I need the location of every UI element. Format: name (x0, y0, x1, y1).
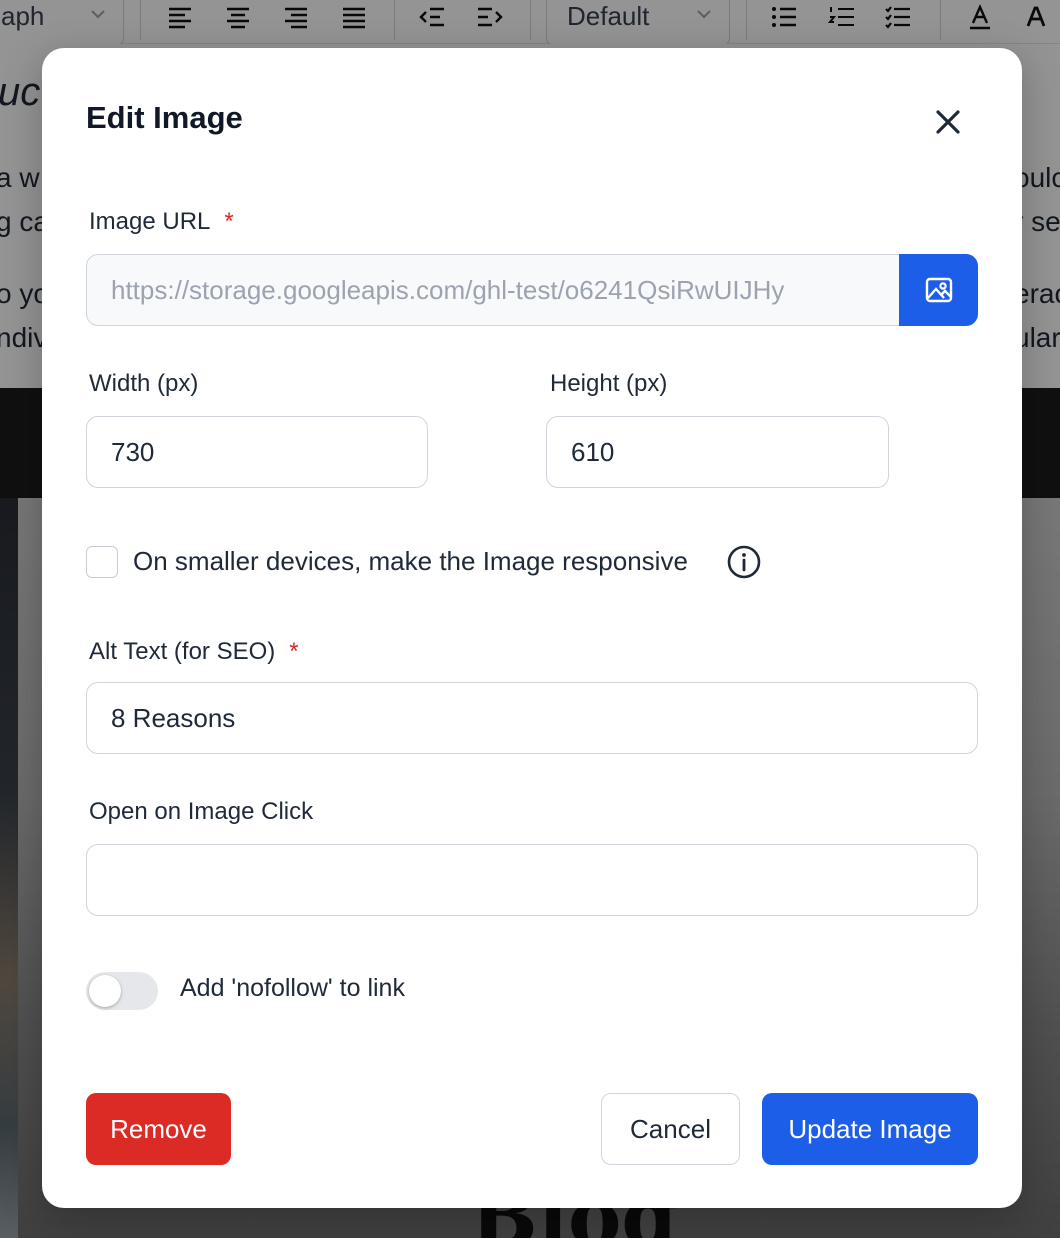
alt-text-input[interactable]: 8 Reasons (86, 682, 978, 754)
height-label: Height (px) (550, 370, 668, 397)
nofollow-toggle-label: Add 'nofollow' to link (180, 974, 405, 1002)
media-library-button[interactable] (899, 254, 978, 326)
update-image-button[interactable]: Update Image (762, 1093, 978, 1165)
cancel-button[interactable]: Cancel (601, 1093, 740, 1165)
required-mark: * (289, 638, 299, 665)
open-on-click-label: Open on Image Click (89, 798, 314, 825)
modal-title: Edit Image (86, 100, 243, 135)
required-mark: * (224, 208, 234, 235)
width-input[interactable]: 730 (86, 416, 428, 488)
image-url-input[interactable]: https://storage.googleapis.com/ghl-test/… (86, 254, 900, 326)
width-label: Width (px) (89, 370, 199, 397)
responsive-checkbox[interactable] (86, 546, 118, 578)
alt-text-label: Alt Text (for SEO) * (89, 638, 299, 665)
height-input[interactable]: 610 (546, 416, 889, 488)
image-url-label: Image URL * (89, 208, 234, 235)
edit-image-modal: Edit Image Image URL * https://storage.go… (42, 48, 1022, 1208)
nofollow-toggle[interactable] (86, 972, 158, 1010)
remove-button[interactable]: Remove (86, 1093, 231, 1165)
info-icon[interactable] (726, 544, 762, 580)
toggle-knob (89, 975, 121, 1007)
close-icon[interactable] (930, 104, 966, 140)
image-icon (925, 277, 952, 303)
responsive-checkbox-label: On smaller devices, make the Image respo… (133, 546, 688, 576)
open-on-click-input[interactable] (86, 844, 978, 916)
